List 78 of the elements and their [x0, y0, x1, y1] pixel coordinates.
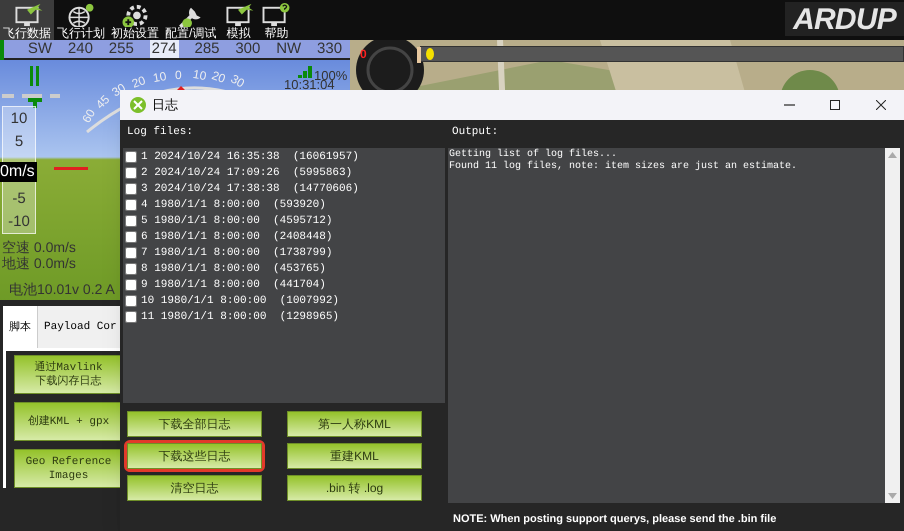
log-entry[interactable]: 5 1980/1/1 8:00:00 (4595712) — [141, 214, 332, 228]
toolbar-tab[interactable]: 初始设置 — [108, 0, 162, 40]
pitch-label: 20 — [210, 69, 227, 85]
pitch-label: 10 — [192, 68, 208, 82]
section-label: Log files: — [126, 125, 194, 140]
checkbox[interactable] — [125, 263, 137, 275]
checkbox[interactable] — [125, 215, 137, 227]
marker-icon — [426, 48, 434, 60]
heading-label: 330 — [317, 40, 342, 58]
heading-label: 285 — [194, 40, 220, 58]
horizon-marker — [54, 167, 88, 170]
action-button[interactable]: 下载这些日志 — [127, 443, 262, 469]
pitch-label: 0 — [175, 69, 182, 81]
speed-label: 5 — [14, 134, 24, 149]
log-entry[interactable]: 9 1980/1/1 8:00:00 (441704) — [141, 278, 326, 292]
toolbar-tab[interactable]: 帮助 — [257, 0, 296, 40]
checkbox[interactable] — [125, 247, 137, 259]
gauge-reading: 0 — [360, 46, 367, 63]
speed-readout: 0m/s — [0, 162, 37, 182]
maximize-icon — [830, 100, 840, 110]
signal-icon — [298, 66, 314, 78]
speed-label: 10 — [10, 111, 28, 126]
scrollbar[interactable] — [885, 148, 900, 503]
log-entry[interactable]: 7 1980/1/1 8:00:00 (1738799) — [141, 246, 332, 260]
action-button[interactable]: 第一人称KML — [287, 411, 422, 437]
checkbox[interactable] — [125, 183, 137, 195]
checkbox[interactable] — [125, 311, 137, 323]
action-button[interactable]: 下载全部日志 — [127, 411, 262, 437]
note-text: NOTE: When posting support querys, please send the .bin file — [452, 512, 776, 527]
output-line: Getting list of log files... — [449, 149, 618, 160]
groundspeed-readout: 地速 0.0m/s — [2, 256, 76, 271]
checkbox[interactable] — [125, 151, 137, 163]
panel-tab[interactable]: 脚本 — [3, 306, 38, 348]
checkbox[interactable] — [125, 279, 137, 291]
log-entry[interactable]: 3 2024/10/24 17:38:38 (14770606) — [141, 182, 359, 196]
log-entry[interactable]: 11 1980/1/1 8:00:00 (1298965) — [141, 310, 340, 324]
action-button[interactable]: .bin 转 .log — [287, 475, 422, 501]
heading-label: NW — [276, 40, 302, 58]
heading-label: 300 — [235, 40, 260, 58]
log-entry[interactable]: 10 1980/1/1 8:00:00 (1007992) — [141, 294, 340, 308]
speed-label: -5 — [12, 191, 26, 206]
action-button[interactable]: 重建KML — [287, 443, 422, 469]
airspeed-readout: 空速 0.0m/s — [2, 240, 76, 255]
tool-button[interactable]: 通过Mavlink 下载闪存日志 — [14, 355, 123, 394]
scroll-down-icon — [888, 493, 897, 499]
close-icon — [876, 100, 886, 110]
pitch-label: 10 — [152, 70, 168, 84]
heading-label: SW — [28, 40, 52, 58]
logo: ARDUP — [785, 2, 904, 36]
checkbox[interactable] — [125, 199, 137, 211]
app-logo-icon — [130, 97, 146, 113]
output-line: Found 11 log files, note: item sizes are just an estimate. — [449, 161, 798, 173]
heading-label: 255 — [108, 40, 134, 58]
log-entry[interactable]: 6 1980/1/1 8:00:00 (2408448) — [141, 230, 332, 244]
tool-button[interactable]: 创建KML + gpx — [14, 402, 123, 441]
scroll-up-icon — [888, 152, 897, 158]
toolbar-tab[interactable]: 飞行数据 — [0, 0, 54, 40]
battery-readout: 电池10.01v 0.2 A — [9, 282, 115, 297]
log-entry[interactable]: 2 2024/10/24 17:09:26 (5995863) — [141, 166, 352, 180]
section-label: Output: — [451, 125, 498, 140]
window-title: 日志 — [152, 96, 178, 114]
toolbar-tab[interactable]: 配置/调试 — [162, 0, 220, 40]
toolbar-tab[interactable]: 模拟 — [219, 0, 258, 40]
action-button[interactable]: 清空日志 — [127, 475, 262, 501]
checkbox[interactable] — [125, 167, 137, 179]
pitch-label: 30 — [228, 72, 246, 90]
heading-label: 240 — [68, 40, 93, 58]
minimize-icon — [784, 104, 794, 106]
checkbox[interactable] — [125, 295, 137, 307]
log-entry[interactable]: 8 1980/1/1 8:00:00 (453765) — [141, 262, 326, 276]
log-entry[interactable]: 4 1980/1/1 8:00:00 (593920) — [141, 198, 326, 212]
log-entry[interactable]: 1 2024/10/24 16:35:38 (16061957) — [141, 150, 359, 164]
pitch-label: 20 — [130, 74, 147, 90]
heading-label: 274 — [150, 40, 179, 58]
speed-label: -10 — [8, 214, 30, 229]
toolbar-tab[interactable]: 飞行计划 — [54, 0, 108, 40]
checkbox[interactable] — [125, 231, 137, 243]
tool-button[interactable]: Geo Reference Images — [14, 449, 123, 488]
